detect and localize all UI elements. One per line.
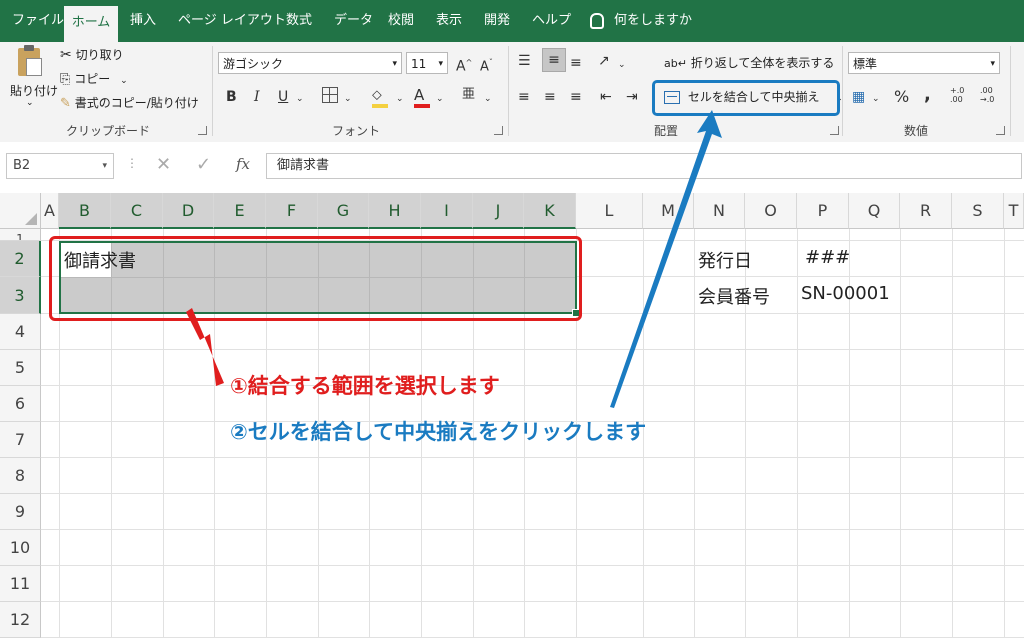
annotation-arrows <box>186 110 722 408</box>
step1-annotation: ①結合する範囲を選択します <box>230 374 500 398</box>
step1-arrow <box>186 308 224 386</box>
step2-arrow <box>610 110 722 408</box>
step2-annotation: ②セルを結合して中央揃えをクリックします <box>230 420 647 444</box>
